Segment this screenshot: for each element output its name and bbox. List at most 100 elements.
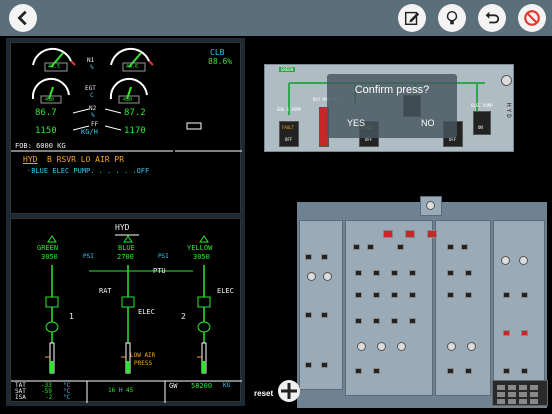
oh-switch[interactable] bbox=[373, 318, 380, 324]
oh-switch[interactable] bbox=[355, 270, 362, 276]
oh-switch[interactable] bbox=[305, 362, 312, 368]
yellow-elec-pump-switch[interactable]: ON bbox=[473, 111, 491, 135]
oh-switch[interactable] bbox=[355, 318, 362, 324]
oh-switch[interactable] bbox=[355, 368, 362, 374]
n2-unit: % bbox=[91, 112, 95, 119]
oh-switch[interactable] bbox=[447, 270, 454, 276]
oh-switch[interactable] bbox=[409, 270, 416, 276]
oh-switch[interactable] bbox=[305, 312, 312, 318]
oh-switch[interactable] bbox=[521, 368, 528, 374]
no-entry-icon bbox=[524, 10, 540, 26]
oh-knob[interactable] bbox=[377, 342, 386, 351]
oh-fire-button-1[interactable] bbox=[383, 230, 393, 238]
rat-label: RAT bbox=[99, 287, 112, 295]
oh-switch[interactable] bbox=[391, 318, 398, 324]
oh-knob[interactable] bbox=[519, 256, 528, 265]
oh-switch[interactable] bbox=[321, 362, 328, 368]
oh-switch[interactable] bbox=[373, 292, 380, 298]
gw-label: GW bbox=[169, 382, 178, 390]
n2-left-value: 86.7 bbox=[35, 108, 57, 118]
edit-icon bbox=[404, 11, 420, 26]
oh-switch[interactable] bbox=[503, 292, 510, 298]
oh-switch[interactable] bbox=[355, 292, 362, 298]
psi-unit-left: PSI bbox=[83, 253, 94, 260]
move-icon bbox=[281, 383, 297, 399]
reset-label: reset bbox=[254, 389, 274, 398]
yellow-psi: 3050 bbox=[193, 253, 210, 261]
warning-system: HYD bbox=[23, 155, 38, 164]
oh-fire-button-2[interactable] bbox=[405, 230, 415, 238]
oh-switch[interactable] bbox=[397, 244, 404, 250]
oh-knob[interactable] bbox=[501, 256, 510, 265]
isa-value: -2 bbox=[45, 394, 53, 401]
egt-unit: C bbox=[90, 92, 94, 99]
oh-switch[interactable] bbox=[447, 368, 454, 374]
oh-knob[interactable] bbox=[467, 342, 476, 351]
oh-knob[interactable] bbox=[397, 342, 406, 351]
oh-knob[interactable] bbox=[357, 342, 366, 351]
oh-switch[interactable] bbox=[391, 270, 398, 276]
time-separator: H bbox=[119, 387, 123, 394]
oh-fire-button-apu[interactable] bbox=[427, 230, 437, 238]
oh-switch-red[interactable] bbox=[503, 330, 510, 336]
oh-switch[interactable] bbox=[305, 254, 312, 260]
confirm-dialog: Confirm press? YES NO bbox=[327, 74, 457, 138]
oh-switch[interactable] bbox=[521, 292, 528, 298]
edit-button[interactable] bbox=[398, 4, 426, 32]
oh-switch[interactable] bbox=[447, 244, 454, 250]
oh-knob[interactable] bbox=[447, 342, 456, 351]
time-hours: 16 bbox=[108, 387, 116, 394]
oh-switch[interactable] bbox=[321, 254, 328, 260]
isa-label: ISA bbox=[15, 394, 26, 401]
yellow-label: YELLOW bbox=[187, 244, 213, 252]
green-psi: 3050 bbox=[41, 253, 58, 261]
hyd-side-label: HYD bbox=[505, 103, 512, 120]
oh-switch[interactable] bbox=[373, 270, 380, 276]
blue-psi: 2700 bbox=[117, 253, 134, 261]
oh-switch[interactable] bbox=[373, 368, 380, 374]
egt-label: EGT bbox=[85, 85, 96, 92]
hyd-panel-screw bbox=[501, 75, 512, 86]
yes-button[interactable]: YES bbox=[347, 118, 365, 128]
hint-button[interactable] bbox=[438, 4, 466, 32]
gw-value: 58200 bbox=[191, 382, 213, 390]
no-button[interactable]: NO bbox=[421, 118, 435, 128]
eng1-pump-switch[interactable]: FAULT OFF bbox=[279, 121, 299, 147]
isa-unit: °C bbox=[63, 394, 71, 401]
undo-button[interactable] bbox=[478, 4, 506, 32]
oh-right-column bbox=[493, 220, 545, 390]
ff-left-value: 1150 bbox=[35, 126, 57, 136]
oh-switch[interactable] bbox=[367, 244, 374, 250]
oh-switch[interactable] bbox=[465, 368, 472, 374]
oh-top-knob-box bbox=[420, 196, 442, 216]
oh-switch[interactable] bbox=[465, 292, 472, 298]
oh-switch-red[interactable] bbox=[521, 330, 528, 336]
oh-knob[interactable] bbox=[307, 272, 316, 281]
green-label: GREEN bbox=[37, 244, 59, 252]
lightbulb-icon bbox=[446, 10, 458, 25]
oh-switch[interactable] bbox=[409, 318, 416, 324]
back-button[interactable] bbox=[9, 4, 37, 32]
overhead-view: GREEN ENG 1 PUMP FAULT OFF RAT MAN ON FA… bbox=[247, 36, 552, 414]
oh-switch[interactable] bbox=[461, 244, 468, 250]
oh-switch[interactable] bbox=[447, 292, 454, 298]
oh-switch[interactable] bbox=[465, 270, 472, 276]
oh-switch[interactable] bbox=[409, 292, 416, 298]
elec-label-blue: ELEC bbox=[138, 308, 155, 316]
engine-warning-display: CLB 88.6% 44.5 44.6 N1 % 430 430 EGT C 8… bbox=[10, 42, 242, 214]
oh-knob[interactable] bbox=[323, 272, 332, 281]
oh-knob[interactable] bbox=[426, 201, 435, 210]
sd-title: HYD bbox=[115, 223, 130, 232]
oh-switch[interactable] bbox=[391, 292, 398, 298]
pump-2-label: 2 bbox=[181, 312, 186, 321]
oh-switch[interactable] bbox=[321, 312, 328, 318]
thrust-percent: 88.6% bbox=[208, 57, 233, 66]
ff-right-value: 1170 bbox=[124, 126, 146, 136]
cancel-button[interactable] bbox=[518, 4, 546, 32]
back-arrow-icon bbox=[17, 10, 27, 26]
panel-minimap[interactable] bbox=[492, 380, 548, 406]
oh-switch[interactable] bbox=[353, 244, 360, 250]
reset-button[interactable] bbox=[278, 380, 300, 402]
pump-1-label: 1 bbox=[69, 312, 74, 321]
oh-switch[interactable] bbox=[503, 368, 510, 374]
